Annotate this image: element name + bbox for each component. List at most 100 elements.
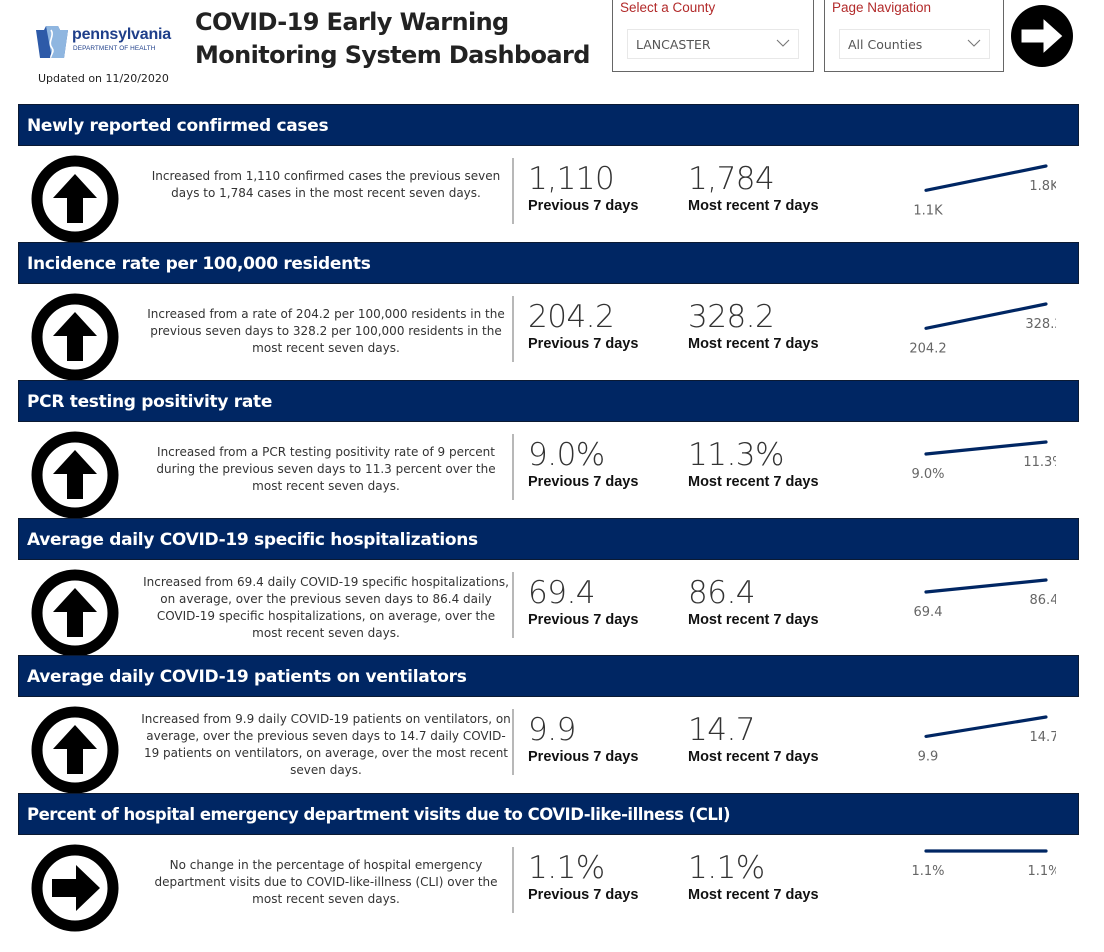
kpi-recent: 86.4 Most recent 7 days [688, 576, 819, 628]
sparkline-end-label: 1.8K [1029, 179, 1056, 194]
page-navigation-value: All Counties [848, 37, 923, 52]
kpi-previous-label: Previous 7 days [528, 336, 639, 352]
kpi-previous-label: Previous 7 days [528, 749, 639, 765]
next-page-button[interactable] [1010, 4, 1074, 68]
sparkline: 69.4 86.4 [914, 578, 1056, 620]
chevron-down-icon [967, 39, 981, 47]
sparkline-end-label: 11.3% [1023, 455, 1056, 470]
updated-date: Updated on 11/20/2020 [38, 72, 169, 85]
kpi-recent-value: 11.3% [688, 437, 784, 473]
kpi-recent: 1,784 Most recent 7 days [688, 162, 819, 214]
keystone-icon [36, 26, 68, 59]
sparkline-end-label: 86.4 [1030, 593, 1056, 608]
sparkline-start-label: 9.9 [918, 749, 939, 764]
arrow-up-circle-icon [31, 155, 119, 243]
metric-section-5: Average daily COVID-19 patients on venti… [18, 655, 1079, 794]
sparkline-line [924, 440, 1048, 456]
county-slicer-label: Select a County [620, 0, 716, 15]
arrow-up-circle-icon [31, 569, 119, 657]
sparkline-end-label: 328.2 [1025, 317, 1056, 332]
pa-health-logo: pennsylvania DEPARTMENT OF HEALTH [34, 24, 174, 64]
kpi-recent-value: 1,784 [688, 161, 775, 197]
kpi-recent-label: Most recent 7 days [688, 887, 819, 903]
section-body: Increased from 69.4 daily COVID-19 speci… [18, 560, 1079, 657]
kpi-recent-value: 328.2 [688, 299, 775, 335]
kpi-recent-value: 14.7 [688, 712, 756, 748]
chevron-down-icon [776, 39, 790, 47]
kpi-previous-label: Previous 7 days [528, 612, 639, 628]
section-body: Increased from a rate of 204.2 per 100,0… [18, 284, 1079, 381]
kpi-recent-label: Most recent 7 days [688, 198, 819, 214]
arrow-up-circle-icon [31, 293, 119, 381]
kpi-previous: 69.4 Previous 7 days [528, 576, 638, 628]
metric-section-2: Incidence rate per 100,000 residents Inc… [18, 242, 1079, 381]
metric-section-6: Percent of hospital emergency department… [18, 793, 1079, 932]
sparkline: 1.1K 1.8K [913, 164, 1056, 218]
section-description: Increased from a rate of 204.2 per 100,0… [147, 307, 505, 355]
section-title: PCR testing positivity rate [18, 380, 1079, 422]
section-title: Average daily COVID-19 specific hospital… [18, 518, 1079, 560]
metric-section-1: Newly reported confirmed cases Increased… [18, 104, 1079, 243]
section-description: Increased from 9.9 daily COVID-19 patien… [141, 712, 511, 777]
sparkline-start-label: 1.1K [913, 203, 943, 218]
sparkline-start-label: 69.4 [914, 605, 943, 620]
kpi-previous: 9.9 Previous 7 days [528, 713, 638, 765]
sparkline: 204.2 328.2 [909, 302, 1056, 356]
sparkline-line [924, 164, 1048, 192]
kpi-recent: 1.1% Most recent 7 days [688, 851, 819, 903]
section-body: Increased from a PCR testing positivity … [18, 422, 1079, 519]
kpi-recent-value: 1.1% [688, 850, 765, 886]
kpi-recent-label: Most recent 7 days [688, 612, 819, 628]
sparkline-end-label: 1.1% [1027, 864, 1056, 879]
arrow-right-circle-icon [31, 844, 119, 932]
section-description: No change in the percentage of hospital … [154, 858, 498, 906]
section-title: Newly reported confirmed cases [18, 104, 1079, 146]
section-body: Increased from 1,110 confirmed cases the… [18, 146, 1079, 243]
divider [512, 709, 514, 775]
section-description: Increased from a PCR testing positivity … [156, 445, 496, 493]
section-body: No change in the percentage of hospital … [18, 835, 1079, 932]
divider [512, 434, 514, 500]
kpi-previous: 1.1% Previous 7 days [528, 851, 638, 903]
county-dropdown[interactable]: LANCASTER [627, 29, 799, 59]
kpi-previous: 1,110 Previous 7 days [528, 162, 638, 214]
sparkline: 9.0% 11.3% [911, 440, 1056, 482]
divider [512, 847, 514, 913]
kpi-recent-label: Most recent 7 days [688, 336, 819, 352]
metric-section-3: PCR testing positivity rate Increased fr… [18, 380, 1079, 519]
page-navigation-dropdown[interactable]: All Counties [839, 29, 990, 59]
kpi-previous-value: 204.2 [528, 299, 615, 335]
page-navigation-label: Page Navigation [832, 0, 932, 15]
section-title: Incidence rate per 100,000 residents [18, 242, 1079, 284]
kpi-previous-value: 9.0% [528, 437, 605, 473]
divider [512, 296, 514, 362]
kpi-previous: 204.2 Previous 7 days [528, 300, 638, 352]
kpi-recent: 328.2 Most recent 7 days [688, 300, 819, 352]
sparkline-start-label: 204.2 [909, 341, 946, 356]
divider [512, 572, 514, 638]
kpi-recent-label: Most recent 7 days [688, 749, 819, 765]
kpi-recent: 11.3% Most recent 7 days [688, 438, 819, 490]
section-description: Increased from 1,110 confirmed cases the… [151, 169, 501, 200]
kpi-previous-value: 1,110 [528, 161, 615, 197]
metric-section-4: Average daily COVID-19 specific hospital… [18, 518, 1079, 657]
section-title: Average daily COVID-19 patients on venti… [18, 655, 1079, 697]
sparkline-start-label: 9.0% [911, 467, 944, 482]
sparkline-start-label: 1.1% [911, 864, 944, 879]
sparkline-line [924, 578, 1048, 594]
divider [512, 158, 514, 224]
kpi-recent-value: 86.4 [688, 575, 756, 611]
sparkline-line [924, 715, 1048, 738]
kpi-previous: 9.0% Previous 7 days [528, 438, 638, 490]
page-title-line2: Monitoring System Dashboard [195, 41, 590, 69]
kpi-previous-value: 1.1% [528, 850, 605, 886]
section-title: Percent of hospital emergency department… [18, 793, 1079, 835]
sparkline: 1.1% 1.1% [911, 849, 1056, 879]
kpi-previous-value: 9.9 [528, 712, 576, 748]
county-slicer: Select a County LANCASTER [612, 0, 814, 72]
county-dropdown-value: LANCASTER [636, 37, 711, 52]
arrow-up-circle-icon [31, 431, 119, 519]
page-title-line1: COVID-19 Early Warning [195, 8, 509, 36]
sparkline-end-label: 14.7 [1030, 730, 1056, 745]
page-title: COVID-19 Early Warning Monitoring System… [195, 6, 590, 72]
